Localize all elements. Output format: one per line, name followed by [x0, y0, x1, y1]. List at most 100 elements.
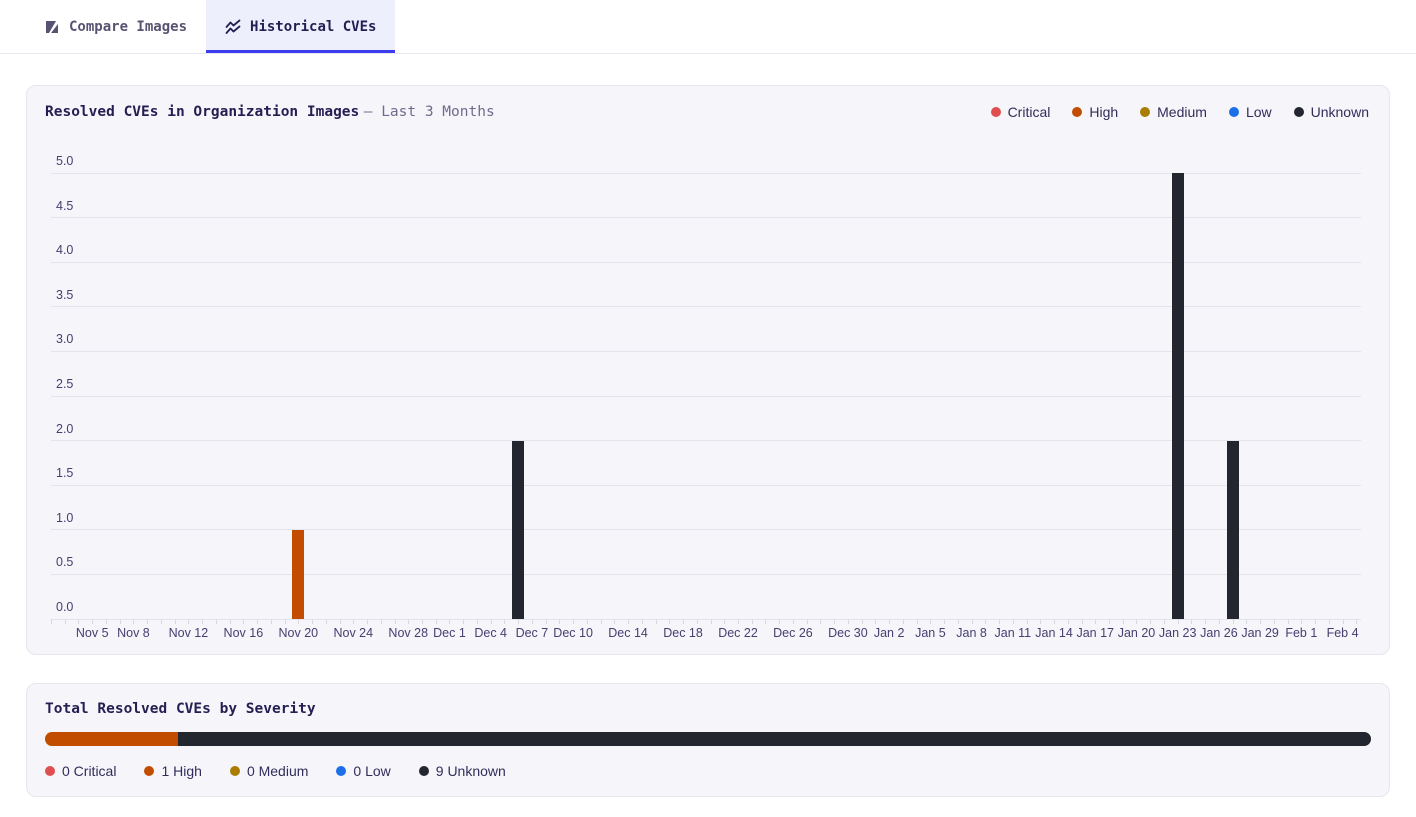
x-axis-tick: [903, 619, 904, 624]
x-axis-tick: [188, 619, 189, 624]
x-axis-tick: [463, 619, 464, 624]
x-axis-tick: [683, 619, 684, 624]
x-axis-tick: [972, 619, 973, 624]
chart-legend-item-unknown[interactable]: Unknown: [1294, 104, 1369, 120]
x-axis-tick: [752, 619, 753, 624]
severity-summary-panel: Total Resolved CVEs by Severity 0 Critic…: [26, 683, 1390, 797]
legend-label: 0 Medium: [247, 763, 308, 779]
chart-title-group: Resolved CVEs in Organization Images — L…: [45, 103, 495, 121]
x-axis-label: Jan 23: [1159, 626, 1197, 640]
x-axis-tick: [862, 619, 863, 624]
tab-label: Historical CVEs: [250, 19, 376, 35]
x-axis-tick: [161, 619, 162, 624]
x-axis-label: Nov 12: [169, 626, 209, 640]
x-axis-label: Dec 7: [516, 626, 549, 640]
chart-legend: Critical High Medium Low Unknown: [991, 104, 1369, 120]
x-axis-tick: [656, 619, 657, 624]
x-axis-tick: [106, 619, 107, 624]
x-axis-tick: [1040, 619, 1041, 624]
x-axis-tick: [78, 619, 79, 624]
low-dot: [336, 766, 346, 776]
gridline: [51, 262, 1361, 263]
summary-legend: 0 Critical1 High0 Medium0 Low9 Unknown: [45, 763, 1371, 779]
x-axis-tick: [1095, 619, 1096, 624]
x-axis-tick: [175, 619, 176, 624]
gridline: [51, 351, 1361, 352]
bar-unknown[interactable]: [1172, 173, 1184, 619]
gridline: [51, 485, 1361, 486]
x-axis-label: Dec 14: [608, 626, 648, 640]
tab-bar: Compare Images Historical CVEs: [0, 0, 1416, 54]
x-axis-tick: [1178, 619, 1179, 624]
compare-images-icon: [44, 19, 60, 35]
x-axis-label: Dec 1: [433, 626, 466, 640]
x-axis-tick: [312, 619, 313, 624]
x-axis-tick: [491, 619, 492, 624]
plot-area: 0.00.51.01.52.02.53.03.54.04.55.0Nov 5No…: [51, 173, 1361, 619]
y-axis-label: 4.5: [56, 199, 73, 213]
x-axis-tick: [51, 619, 52, 624]
chart-legend-item-medium[interactable]: Medium: [1140, 104, 1207, 120]
chart-legend-item-high[interactable]: High: [1072, 104, 1118, 120]
high-dot: [1072, 107, 1082, 117]
x-axis-label: Nov 5: [76, 626, 109, 640]
x-axis-tick: [807, 619, 808, 624]
legend-label: Critical: [1008, 104, 1051, 120]
summary-panel-header: Total Resolved CVEs by Severity: [27, 684, 1389, 717]
gridline: [51, 440, 1361, 441]
x-axis-label: Dec 22: [718, 626, 758, 640]
x-axis-tick: [243, 619, 244, 624]
chart-legend-item-critical[interactable]: Critical: [991, 104, 1051, 120]
x-axis-tick: [395, 619, 396, 624]
x-axis-tick: [1315, 619, 1316, 624]
y-axis-label: 3.5: [56, 288, 73, 302]
x-axis-tick: [546, 619, 547, 624]
x-axis-tick: [711, 619, 712, 624]
severity-segment-unknown: [178, 732, 1371, 746]
x-axis-label: Nov 24: [333, 626, 373, 640]
y-axis-label: 2.0: [56, 422, 73, 436]
x-axis-tick: [1329, 619, 1330, 624]
x-axis-tick: [601, 619, 602, 624]
unknown-dot: [419, 766, 429, 776]
x-axis-label: Dec 26: [773, 626, 813, 640]
tab-historical-cves[interactable]: Historical CVEs: [206, 0, 395, 53]
x-axis-tick: [340, 619, 341, 624]
x-axis-label: Jan 2: [874, 626, 905, 640]
x-axis-tick: [669, 619, 670, 624]
summary-legend-item-high: 1 High: [144, 763, 201, 779]
bar-unknown[interactable]: [1227, 441, 1239, 619]
x-axis-tick: [1136, 619, 1137, 624]
x-axis-tick: [120, 619, 121, 624]
resolved-cves-chart-panel: Resolved CVEs in Organization Images — L…: [26, 85, 1390, 655]
tab-compare-images[interactable]: Compare Images: [25, 0, 206, 53]
x-axis-tick: [738, 619, 739, 624]
critical-dot: [45, 766, 55, 776]
chart-legend-item-low[interactable]: Low: [1229, 104, 1272, 120]
x-axis-tick: [1068, 619, 1069, 624]
y-axis-label: 4.0: [56, 243, 73, 257]
bar-high[interactable]: [292, 530, 304, 619]
high-dot: [144, 766, 154, 776]
bar-unknown[interactable]: [512, 441, 524, 619]
x-axis-tick: [1288, 619, 1289, 624]
x-axis-tick: [1343, 619, 1344, 624]
x-axis-tick: [958, 619, 959, 624]
x-axis-tick: [889, 619, 890, 624]
gridline: [51, 306, 1361, 307]
x-axis-tick: [436, 619, 437, 624]
x-axis-tick: [1109, 619, 1110, 624]
y-axis-label: 1.5: [56, 466, 73, 480]
chart-title: Resolved CVEs in Organization Images: [45, 104, 359, 120]
legend-label: 1 High: [161, 763, 201, 779]
x-axis-label: Dec 18: [663, 626, 703, 640]
x-axis-tick: [65, 619, 66, 624]
x-axis-tick: [1027, 619, 1028, 624]
x-axis-tick: [917, 619, 918, 624]
x-axis-tick: [326, 619, 327, 624]
critical-dot: [991, 107, 1001, 117]
x-axis-label: Feb 4: [1327, 626, 1359, 640]
x-axis-tick: [944, 619, 945, 624]
legend-label: Low: [1246, 104, 1272, 120]
x-axis-label: Feb 1: [1285, 626, 1317, 640]
